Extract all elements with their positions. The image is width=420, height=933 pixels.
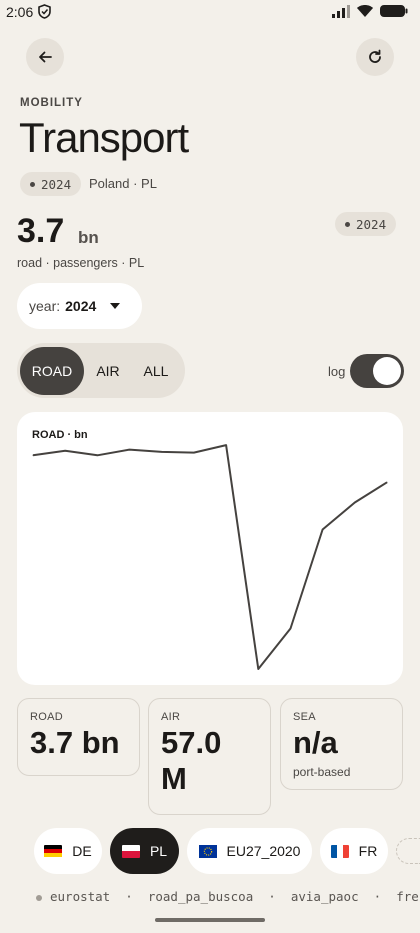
home-indicator[interactable]: [155, 918, 265, 922]
year-badge-label: 2024: [356, 216, 387, 232]
freshness-label: fresh: [396, 889, 420, 904]
country-code: EU27_2020: [226, 843, 301, 859]
country-chip-eu27[interactable]: EU27_2020: [187, 828, 312, 874]
signal-icon: [332, 4, 350, 18]
status-dot-icon: [36, 894, 42, 901]
tab-air[interactable]: AIR: [84, 347, 132, 395]
stat-label: ROAD: [30, 711, 63, 723]
stat-card-air: AIR 57.0 M: [148, 698, 271, 815]
year-select-label: year:: [29, 298, 61, 314]
country-code: PL: [149, 843, 168, 859]
poland-flag-icon: [121, 844, 140, 858]
data-point-10: [354, 502, 356, 503]
log-toggle[interactable]: [350, 354, 404, 388]
year-pill-label: 2024: [41, 176, 72, 192]
wifi-icon: [357, 5, 373, 17]
dot-icon: [30, 181, 35, 187]
data-point-8: [289, 628, 291, 629]
status-icons: [332, 4, 408, 18]
germany-flag-icon: [44, 844, 63, 858]
data-point-11: [386, 481, 388, 483]
data-point-5: [193, 452, 195, 454]
data-point-4: [161, 451, 163, 453]
stat-label: AIR: [161, 711, 181, 723]
dot-icon: [345, 221, 350, 227]
dataset2-label: avia_paoc: [290, 889, 359, 904]
dataset-label: road_pa_buscoa: [147, 889, 254, 904]
headline-subtitle: road · passengers · PL: [17, 256, 145, 270]
series-line: [32, 444, 388, 670]
country-chip-pl[interactable]: PL: [110, 828, 179, 874]
headline-unit: bn: [78, 228, 99, 247]
log-toggle-label: log: [328, 364, 346, 379]
refresh-icon: [369, 49, 381, 63]
caret-down-icon: [110, 303, 121, 309]
data-point-1: [64, 450, 66, 452]
refresh-button[interactable]: [356, 38, 394, 76]
stat-card-road: ROAD 3.7 bn: [17, 698, 140, 776]
mode-tabs: ROAD AIR ALL: [17, 343, 185, 398]
country-chip-fr[interactable]: FR: [320, 828, 388, 874]
data-source-footer: eurostat · road_pa_buscoa · avia_paoc · …: [36, 889, 420, 904]
year-badge: 2024: [335, 212, 397, 236]
status-time: 2:06: [6, 4, 34, 20]
location-label: Poland · PL: [89, 176, 157, 191]
source-label: eurostat: [50, 889, 111, 904]
stat-value: 57.0 M: [161, 725, 222, 796]
country-code: DE: [72, 843, 92, 859]
page-title: Transport: [19, 114, 189, 161]
data-point-7: [257, 668, 259, 670]
data-point-3: [129, 449, 131, 451]
headline-value: 3.7: [17, 212, 65, 250]
chart-title: ROAD · bn: [32, 429, 88, 441]
line-chart: ROAD · bn: [32, 429, 388, 670]
stat-label: SEA: [293, 711, 316, 723]
france-flag-icon: [330, 844, 349, 858]
year-select-value: 2024: [65, 298, 97, 314]
data-point-2: [96, 454, 98, 456]
stat-card-sea: SEA n/a port-based: [280, 698, 403, 790]
year-select[interactable]: year: 2024: [17, 283, 142, 329]
data-point-9: [322, 529, 324, 530]
country-code: FR: [358, 843, 378, 859]
data-point-6: [225, 444, 227, 446]
stat-value: 3.7 bn: [30, 725, 120, 760]
arrow-left-icon: [39, 51, 52, 63]
toggle-knob: [373, 357, 401, 385]
stat-note: port-based: [293, 765, 351, 779]
tab-road[interactable]: ROAD: [20, 346, 84, 395]
back-button[interactable]: [26, 38, 64, 76]
section-label: MOBILITY: [20, 97, 83, 109]
eu-flag-icon: [198, 844, 217, 858]
data-point-0: [32, 454, 34, 456]
year-pill: 2024: [20, 172, 82, 196]
scroll-edge-indicator: [396, 838, 420, 864]
battery-icon: [380, 5, 408, 17]
shield-icon: [38, 4, 51, 19]
country-chip-de[interactable]: DE: [34, 828, 102, 874]
tab-all[interactable]: ALL: [132, 347, 180, 395]
stat-value: n/a: [293, 725, 338, 760]
chart-card: ROAD · bn: [17, 412, 403, 685]
